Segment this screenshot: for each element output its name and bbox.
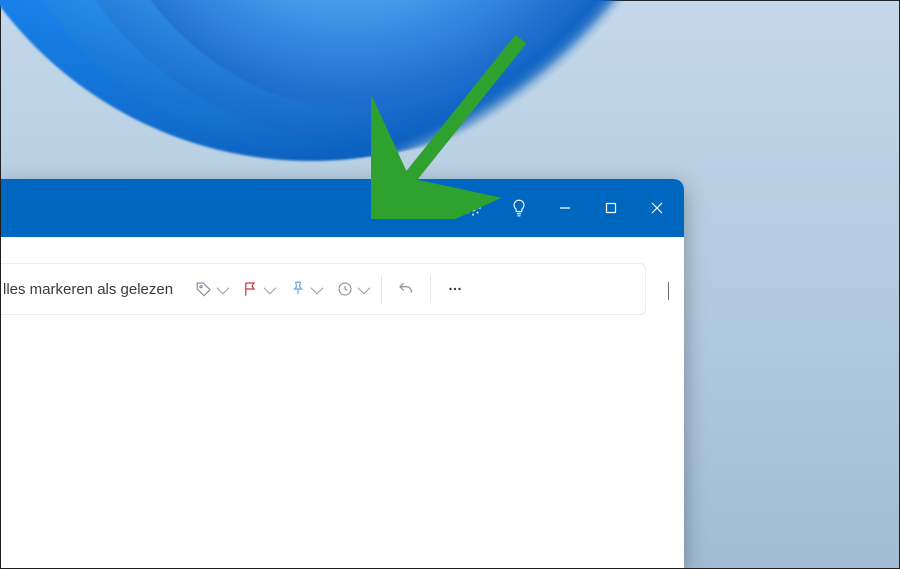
maximize-button[interactable]	[588, 179, 634, 237]
minimize-icon	[559, 202, 571, 214]
minimize-button[interactable]	[542, 179, 588, 237]
snooze-button[interactable]	[328, 264, 375, 314]
chevron-down-icon	[358, 281, 371, 294]
gear-icon	[463, 198, 483, 218]
chevron-down-icon	[217, 281, 230, 294]
desktop-background: lles markeren als gelezen	[0, 0, 900, 569]
pin-icon	[289, 280, 307, 298]
lightbulb-icon	[510, 198, 528, 218]
chevron-down-icon	[311, 281, 324, 294]
tag-button[interactable]	[187, 264, 234, 314]
tag-icon	[195, 280, 213, 298]
undo-button[interactable]	[388, 264, 424, 314]
chevron-down-icon	[668, 282, 669, 300]
divider	[381, 275, 382, 303]
ribbon-area: lles markeren als gelezen	[1, 237, 684, 315]
pin-button[interactable]	[281, 264, 328, 314]
maximize-icon	[605, 202, 617, 214]
undo-icon	[396, 280, 416, 298]
flag-button[interactable]	[234, 264, 281, 314]
calendar-check-button[interactable]	[404, 179, 450, 237]
mark-all-read-button[interactable]: lles markeren als gelezen	[1, 281, 187, 298]
clock-icon	[336, 280, 354, 298]
divider	[430, 275, 431, 303]
app-window: lles markeren als gelezen	[1, 179, 684, 568]
chevron-down-icon	[264, 281, 277, 294]
close-button[interactable]	[634, 179, 680, 237]
ribbon: lles markeren als gelezen	[1, 263, 646, 315]
close-icon	[651, 202, 663, 214]
calendar-check-icon	[417, 198, 437, 218]
more-options-button[interactable]	[437, 264, 473, 314]
flag-icon	[242, 280, 260, 298]
titlebar	[1, 179, 684, 237]
tips-button[interactable]	[496, 179, 542, 237]
more-icon	[445, 280, 465, 298]
collapse-ribbon-button[interactable]	[666, 282, 669, 300]
settings-button[interactable]	[450, 179, 496, 237]
